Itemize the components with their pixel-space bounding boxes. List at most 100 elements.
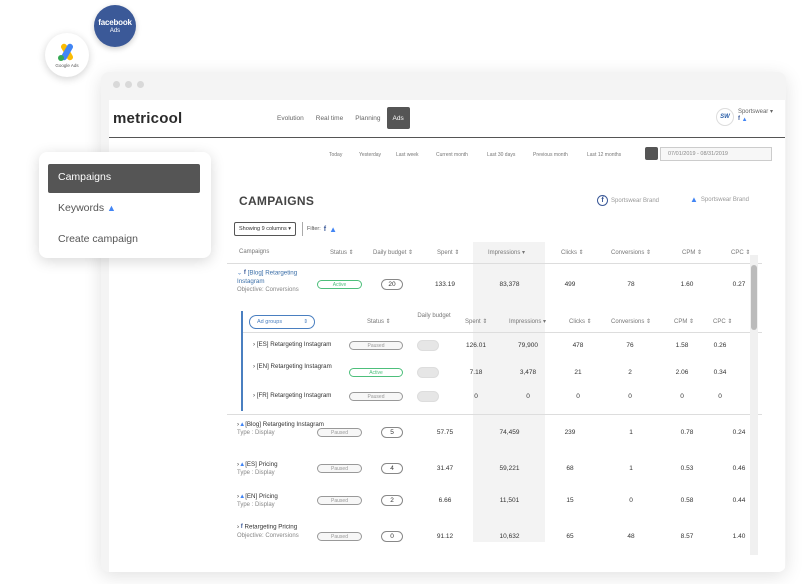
- ad-groups-select[interactable]: Ad groups ⇕: [249, 315, 315, 329]
- ad-groups-panel: Ad groups ⇕ Status ⇕ Daily budget Spent …: [241, 311, 762, 411]
- brand-selector[interactable]: SW Sportswear ▾ f ▲: [715, 108, 773, 126]
- sub-col-cpm[interactable]: CPM ⇕: [674, 319, 694, 326]
- status-pill[interactable]: Paused: [317, 496, 362, 505]
- col-conversions[interactable]: Conversions ⇕: [611, 249, 651, 256]
- status-pill[interactable]: Paused: [317, 532, 362, 541]
- daily-budget[interactable]: 4: [381, 463, 403, 474]
- window-dot[interactable]: [125, 81, 132, 88]
- chevron-right-icon: ›: [237, 523, 240, 531]
- facebook-icon: f: [243, 270, 246, 276]
- scrollbar-thumb[interactable]: [751, 265, 757, 330]
- daily-budget[interactable]: 2: [381, 495, 403, 506]
- conversions: 0: [628, 393, 632, 400]
- col-spent[interactable]: Spent ⇕: [437, 249, 459, 256]
- table-row[interactable]: › f Retargeting Pricing Objective: Conve…: [227, 518, 762, 558]
- table-header: Campaigns Status ⇕ Daily budget ⇕ Spent …: [227, 242, 762, 264]
- chevron-down-icon: ⌄: [237, 269, 243, 277]
- divider: [227, 414, 762, 415]
- campaign-name[interactable]: ⌄ f [Blog] Retargeting Instagram Objecti…: [237, 269, 325, 294]
- nav-planning[interactable]: Planning: [349, 107, 386, 129]
- adgroup-name[interactable]: › [FR] Retargeting Instagram: [253, 392, 353, 400]
- campaign-name[interactable]: › f Retargeting Pricing Objective: Conve…: [237, 523, 327, 540]
- campaign-name[interactable]: ›▲[Blog] Retargeting Instagram Type : Di…: [237, 421, 327, 437]
- spent: 133.19: [435, 281, 455, 288]
- facebook-account[interactable]: f Sportswear Brand: [597, 195, 659, 206]
- impressions: 3,478: [519, 369, 537, 376]
- col-cpc[interactable]: CPC ⇕: [731, 249, 750, 256]
- campaign-name[interactable]: ›▲[EN] Pricing Type : Display: [237, 493, 327, 509]
- table-row[interactable]: ›▲[Blog] Retargeting Instagram Type : Di…: [227, 416, 762, 456]
- sub-col-status[interactable]: Status ⇕: [367, 319, 391, 326]
- google-ads-icon: [58, 43, 73, 61]
- nav-evolution[interactable]: Evolution: [271, 107, 310, 129]
- google-ads-label: Google Ads: [55, 62, 79, 68]
- cpm: 1.58: [675, 342, 689, 349]
- table-row[interactable]: ›▲[ES] Pricing Type : Display Paused 4 3…: [227, 456, 762, 490]
- impressions: 0: [526, 393, 530, 400]
- window-dot[interactable]: [137, 81, 144, 88]
- daily-budget[interactable]: 20: [381, 279, 403, 290]
- campaigns-content: CAMPAIGNS f Sportswear Brand ▲ Sportswea…: [227, 152, 762, 584]
- budget-toggle[interactable]: [417, 391, 439, 402]
- spent: 6.66: [438, 497, 452, 504]
- sub-col-daily-budget[interactable]: Daily budget: [417, 313, 451, 320]
- impressions: 83,378: [499, 281, 520, 288]
- conversions: 1: [629, 429, 633, 436]
- adgroup-row[interactable]: › [ES] Retargeting Instagram Paused 126.…: [243, 335, 762, 355]
- brand-avatar: SW: [715, 108, 734, 126]
- adgroup-name[interactable]: › [ES] Retargeting Instagram: [253, 341, 353, 349]
- table-row[interactable]: ⌄ f [Blog] Retargeting Instagram Objecti…: [227, 264, 762, 304]
- google-filter-icon[interactable]: ▲: [329, 225, 337, 234]
- status-pill[interactable]: Active: [317, 280, 362, 289]
- col-campaigns[interactable]: Campaigns: [239, 249, 269, 255]
- budget-toggle[interactable]: [417, 367, 439, 378]
- daily-budget[interactable]: 0: [381, 531, 403, 542]
- google-ads-icon: ▲: [107, 203, 116, 213]
- col-clicks[interactable]: Clicks ⇕: [561, 249, 584, 256]
- window-dot[interactable]: [113, 81, 120, 88]
- daily-budget[interactable]: 5: [381, 427, 403, 438]
- campaign-name[interactable]: ›▲[ES] Pricing Type : Display: [237, 461, 327, 477]
- facebook-filter-icon[interactable]: f: [324, 226, 326, 233]
- sidebar-item-create-campaign[interactable]: Create campaign: [48, 226, 200, 255]
- sub-col-cpc[interactable]: CPC ⇕: [713, 319, 732, 326]
- metricool-logo: metricool: [113, 110, 183, 127]
- google-account[interactable]: ▲ Sportswear Brand: [690, 195, 749, 204]
- impressions: 74,459: [499, 429, 520, 436]
- impressions: 11,501: [499, 497, 520, 504]
- nav-ads[interactable]: Ads: [386, 107, 410, 129]
- table-row[interactable]: ›▲[EN] Pricing Type : Display Paused 2 6…: [227, 488, 762, 522]
- cpm: 2.06: [675, 369, 689, 376]
- adgroup-row[interactable]: › [FR] Retargeting Instagram Paused 0 0 …: [243, 387, 762, 407]
- col-status[interactable]: Status ⇕: [330, 249, 354, 256]
- col-impressions[interactable]: Impressions ▾: [488, 249, 525, 256]
- status-pill[interactable]: Paused: [317, 464, 362, 473]
- adgroup-name[interactable]: › [EN] Retargeting Instagram: [253, 363, 333, 371]
- sidebar-item-keywords[interactable]: Keywords ▲: [48, 195, 200, 224]
- sub-col-spent[interactable]: Spent ⇕: [465, 319, 487, 326]
- spent: 31.47: [436, 465, 454, 472]
- clicks: 239: [564, 429, 576, 436]
- clicks: 21: [574, 369, 582, 376]
- col-cpm[interactable]: CPM ⇕: [682, 249, 702, 256]
- sidebar-item-campaigns[interactable]: Campaigns: [48, 164, 200, 193]
- adgroup-row[interactable]: › [EN] Retargeting Instagram Active 7.18…: [243, 357, 762, 385]
- sub-col-impressions[interactable]: Impressions ▾: [509, 319, 546, 326]
- status-pill[interactable]: Active: [349, 368, 403, 377]
- facebook-icon: f: [240, 524, 243, 530]
- status-pill[interactable]: Paused: [349, 341, 403, 350]
- cpm: 0: [680, 393, 684, 400]
- budget-toggle[interactable]: [417, 340, 439, 351]
- conversions: 1: [629, 465, 633, 472]
- col-daily-budget[interactable]: Daily budget ⇕: [373, 249, 413, 256]
- conversions: 48: [627, 533, 635, 540]
- spent: 57.75: [436, 429, 454, 436]
- status-pill[interactable]: Paused: [349, 392, 403, 401]
- sub-col-conversions[interactable]: Conversions ⇕: [611, 319, 651, 326]
- clicks: 68: [566, 465, 574, 472]
- status-pill[interactable]: Paused: [317, 428, 362, 437]
- cpm: 0.58: [680, 497, 694, 504]
- nav-real-time[interactable]: Real time: [310, 107, 349, 129]
- sub-col-clicks[interactable]: Clicks ⇕: [569, 319, 592, 326]
- columns-select[interactable]: Showing 9 columns ▾: [234, 222, 296, 236]
